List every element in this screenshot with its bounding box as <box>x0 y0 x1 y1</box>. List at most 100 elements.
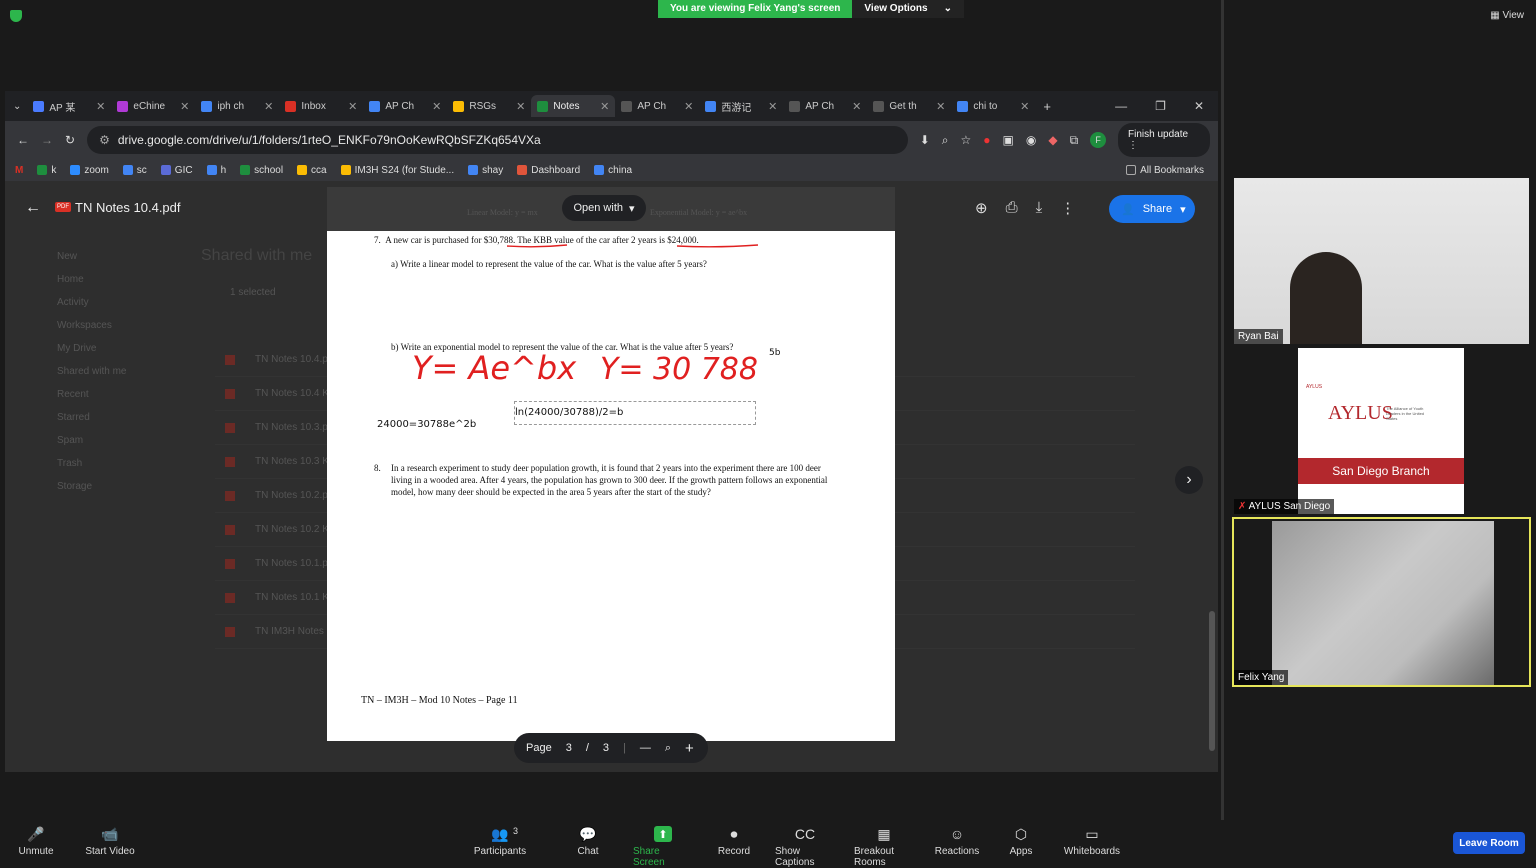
browser-tab[interactable]: Notes ✕ <box>531 95 616 117</box>
extension-icon[interactable]: ◆ <box>1048 133 1057 147</box>
restore-icon[interactable]: ❐ <box>1155 99 1166 113</box>
browser-tab[interactable]: Inbox ✕ <box>279 95 363 117</box>
more-options-icon[interactable]: ⋮ <box>1060 199 1075 217</box>
new-tab-icon[interactable]: + <box>1043 99 1051 114</box>
pdf-file-icon <box>225 388 235 399</box>
start-video-button[interactable]: 📹 Start Video <box>80 826 140 858</box>
bookmark-item[interactable]: shay <box>468 165 503 176</box>
back-icon[interactable]: ← <box>17 133 29 147</box>
open-with-button[interactable]: Open with ▾ <box>562 195 646 221</box>
all-bookmarks[interactable]: All Bookmarks <box>1126 165 1204 176</box>
bookmark-item[interactable]: zoom <box>70 165 109 176</box>
install-icon[interactable]: ⬇ <box>920 133 930 147</box>
print-icon[interactable]: ⎙ <box>1006 199 1018 217</box>
participant-name: Felix Yang <box>1234 670 1289 685</box>
back-arrow-icon[interactable]: ← <box>25 199 41 217</box>
close-tab-icon[interactable]: ✕ <box>264 100 273 113</box>
bookmark-item[interactable]: GIC <box>160 165 193 176</box>
show-captions-button[interactable]: CC Show Captions <box>775 826 835 868</box>
zoom-out-icon[interactable]: — <box>640 742 651 754</box>
browser-tab[interactable]: AP 某 ✕ <box>27 95 111 117</box>
reactions-button[interactable]: ☺ Reactions <box>927 826 987 857</box>
panel-divider[interactable] <box>1221 0 1224 820</box>
bookmark-icon <box>160 165 171 175</box>
close-tab-icon[interactable]: ✕ <box>516 100 525 113</box>
forward-icon[interactable]: → <box>41 133 53 147</box>
reactions-icon: ☺ <box>949 826 965 842</box>
apps-button[interactable]: ⬡ Apps <box>991 826 1051 858</box>
view-button[interactable]: ▦ View <box>1490 10 1524 21</box>
browser-tab[interactable]: RSGs ✕ <box>447 95 531 117</box>
participant-tile-aylus[interactable]: AYLUS AYLUS The Alliance of Youth Leader… <box>1234 348 1529 514</box>
view-options-button[interactable]: View Options ⌄ <box>852 0 964 18</box>
close-tab-icon[interactable]: ✕ <box>684 100 693 113</box>
close-tab-icon[interactable]: ✕ <box>852 100 861 113</box>
bookmark-item[interactable]: k <box>37 165 56 176</box>
extension-icon[interactable]: ● <box>983 133 990 147</box>
extension-icon[interactable]: ▣ <box>1003 133 1014 147</box>
browser-tab[interactable]: eChine ✕ <box>111 95 195 117</box>
share-button[interactable]: 👤 Share ▾ <box>1109 195 1195 223</box>
chat-button[interactable]: 💬 Chat <box>558 826 618 858</box>
page-current[interactable]: 3 <box>566 742 572 754</box>
pdf-file-icon <box>225 524 235 535</box>
close-tab-icon[interactable]: ✕ <box>180 100 189 113</box>
bookmark-item[interactable]: cca <box>297 165 327 176</box>
participants-button[interactable]: 👥 Participants <box>470 826 530 858</box>
add-to-drive-icon[interactable]: ⊕ <box>975 199 988 217</box>
url-field[interactable]: ⚙ drive.google.com/drive/u/1/folders/1rt… <box>87 126 908 154</box>
bookmark-star-icon[interactable]: ☆ <box>961 133 972 147</box>
site-info-icon[interactable]: ⚙ <box>99 133 110 147</box>
tab-label: AP Ch <box>805 100 835 112</box>
zoom-magnifier-icon[interactable]: ⌕ <box>665 742 671 755</box>
tab-search-icon[interactable]: ⌄ <box>13 101 21 112</box>
participant-tile-felix-active[interactable]: Felix Yang <box>1232 517 1531 687</box>
participant-tile-ryan[interactable]: Ryan Bai <box>1234 178 1529 344</box>
next-file-button[interactable]: › <box>1175 466 1203 494</box>
close-tab-icon[interactable]: ✕ <box>432 100 441 113</box>
reload-icon[interactable]: ↻ <box>65 133 75 147</box>
equation-2[interactable]: ln(24000/30788)/2=b <box>515 407 623 418</box>
unmute-button[interactable]: 🎤 Unmute <box>6 826 66 858</box>
close-tab-icon[interactable]: ✕ <box>600 100 609 113</box>
browser-tab[interactable]: AP Ch ✕ <box>363 95 447 117</box>
close-tab-icon[interactable]: ✕ <box>936 100 945 113</box>
close-tab-icon[interactable]: ✕ <box>768 100 777 113</box>
browser-tab[interactable]: iph ch ✕ <box>195 95 279 117</box>
leave-room-button[interactable]: Leave Room <box>1453 832 1525 854</box>
browser-tab[interactable]: chi to ✕ <box>951 95 1035 117</box>
download-icon[interactable]: ⤓ <box>1036 199 1043 217</box>
profile-avatar[interactable]: F <box>1090 132 1106 148</box>
close-tab-icon[interactable]: ✕ <box>348 100 357 113</box>
close-tab-icon[interactable]: ✕ <box>1020 100 1029 113</box>
bookmark-item[interactable]: sc <box>122 165 147 176</box>
close-tab-icon[interactable]: ✕ <box>96 100 105 113</box>
close-window-icon[interactable]: ✕ <box>1194 99 1204 113</box>
encryption-shield-icon[interactable] <box>10 10 22 22</box>
drive-nav-item: Workspaces <box>57 320 112 331</box>
zoom-in-icon[interactable]: + <box>685 740 694 757</box>
extensions-puzzle-icon[interactable]: ⧉ <box>1070 133 1079 148</box>
share-screen-button[interactable]: ⬆ Share Screen <box>633 826 693 868</box>
finish-update-button[interactable]: Finish update ⋮ <box>1118 123 1210 157</box>
tab-favicon-icon <box>33 100 45 112</box>
bookmark-item[interactable]: h <box>206 165 226 176</box>
browser-tab[interactable]: AP Ch ✕ <box>783 95 867 117</box>
bookmark-item[interactable]: IM3H S24 (for Stude... <box>340 165 454 176</box>
browser-tab[interactable]: Get th ✕ <box>867 95 951 117</box>
scrollbar[interactable] <box>1208 181 1216 761</box>
gmail-icon[interactable]: M <box>15 165 23 176</box>
whiteboards-button[interactable]: ▭ Whiteboards <box>1062 826 1122 858</box>
browser-tab[interactable]: AP Ch ✕ <box>615 95 699 117</box>
bookmark-item[interactable]: china <box>594 165 632 176</box>
extension-icon[interactable]: ◉ <box>1026 133 1036 147</box>
minimize-icon[interactable]: — <box>1115 99 1127 113</box>
bookmark-item[interactable]: school <box>240 165 283 176</box>
zoom-icon[interactable]: ⌕ <box>942 133 949 148</box>
browser-tab[interactable]: 西游记 ✕ <box>699 95 783 117</box>
bookmark-item[interactable]: Dashboard <box>517 165 580 176</box>
share-dropdown-icon[interactable]: ▾ <box>1180 203 1186 216</box>
record-button[interactable]: ⏺ Record <box>704 826 764 858</box>
breakout-rooms-button[interactable]: ▦ Breakout Rooms <box>854 826 914 868</box>
tab-label: chi to <box>973 100 998 112</box>
